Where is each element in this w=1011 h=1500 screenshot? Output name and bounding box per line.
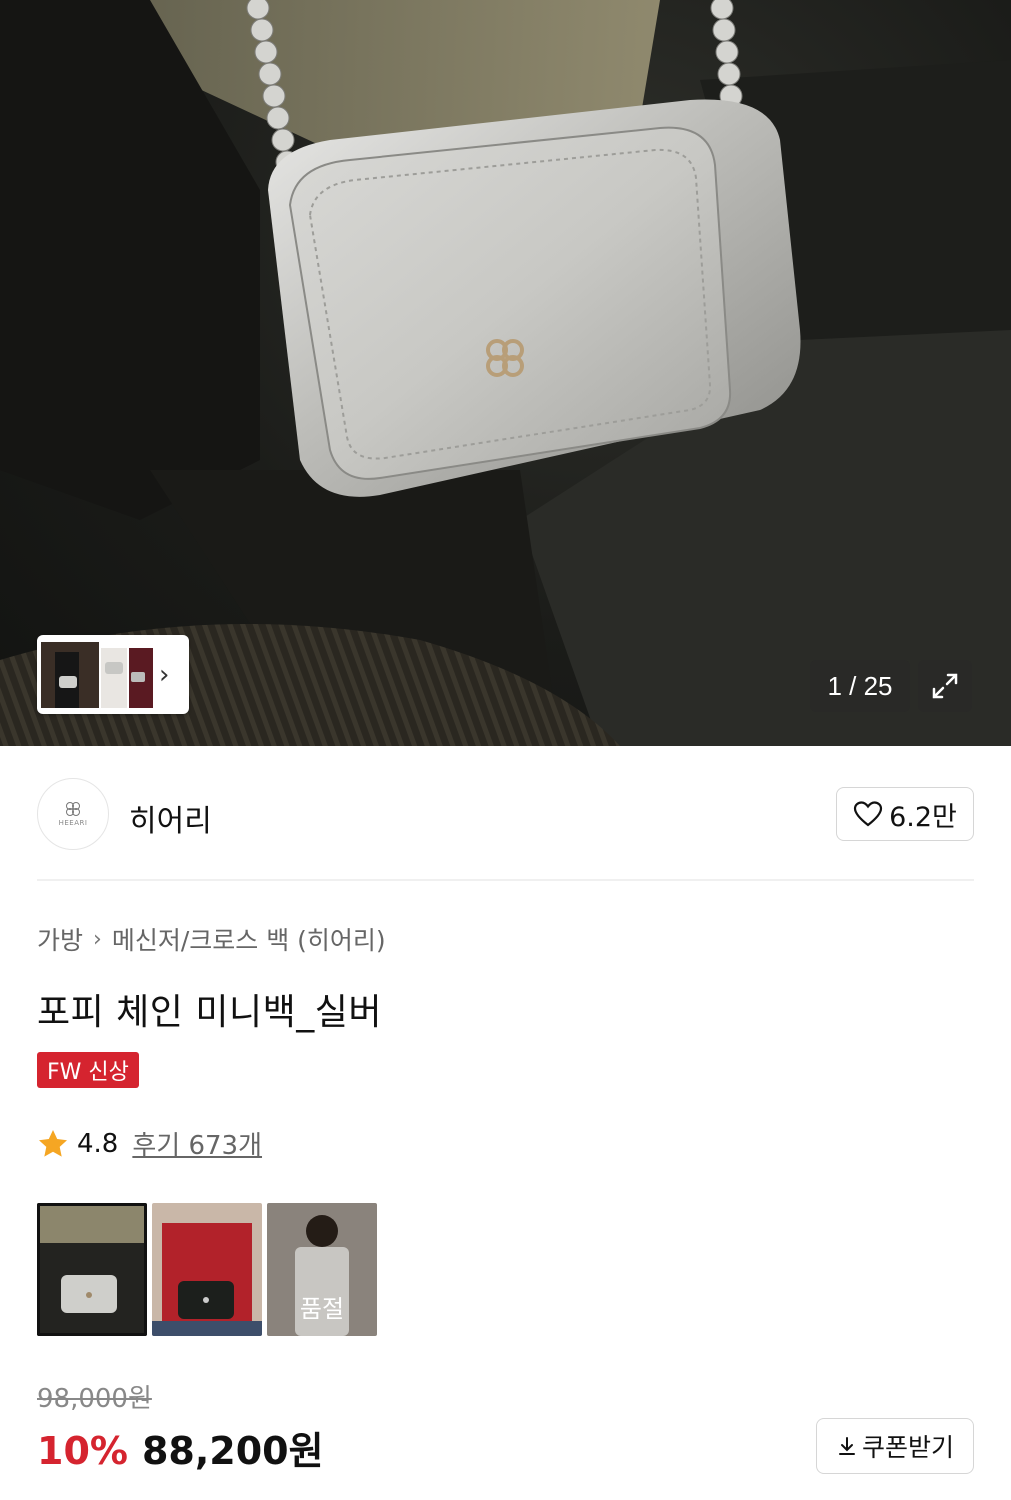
product-title: 포피 체인 미니백_실버 xyxy=(37,992,382,1033)
reviews-link[interactable]: 후기 673개 xyxy=(132,1125,262,1162)
rating-score: 4.8 xyxy=(77,1128,119,1159)
breadcrumb-subcategory[interactable]: 메신저/크로스 백 (히어리) xyxy=(112,921,386,957)
brand-name[interactable]: 히어리 xyxy=(129,796,212,840)
gallery-thumbnail-strip[interactable]: › xyxy=(37,635,189,714)
coupon-label: 쿠폰받기 xyxy=(861,1433,954,1462)
like-count: 6.2만 xyxy=(889,801,957,833)
final-price: 88,200원 xyxy=(141,1429,324,1473)
expand-button[interactable] xyxy=(918,660,972,712)
download-icon xyxy=(838,1437,855,1455)
gallery-counter: 1 / 25 xyxy=(810,660,910,712)
divider xyxy=(37,879,974,881)
original-price: 98,000원 xyxy=(37,1384,152,1414)
option-black[interactable] xyxy=(152,1203,262,1336)
chevron-right-icon: › xyxy=(93,926,102,952)
star-icon xyxy=(39,1129,67,1157)
brand-logo[interactable]: HEEARI xyxy=(37,778,109,850)
rating-row: 4.8 후기 673개 xyxy=(37,1125,262,1162)
product-image-gallery[interactable]: › 1 / 25 xyxy=(0,0,1011,746)
price-row: 10% 88,200원 xyxy=(37,1420,324,1475)
option-image xyxy=(37,1203,147,1336)
expand-icon xyxy=(932,673,958,699)
brand-flower-icon xyxy=(66,802,80,816)
brand-logo-text: HEEARI xyxy=(58,819,88,827)
chevron-right-icon: › xyxy=(159,659,170,690)
soldout-label: 품절 xyxy=(267,1203,377,1336)
option-soldout[interactable]: 품절 xyxy=(267,1203,377,1336)
new-badge: FW 신상 xyxy=(37,1052,139,1088)
heart-icon xyxy=(854,801,883,827)
like-button[interactable]: 6.2만 xyxy=(836,787,974,841)
gallery-thumbnails xyxy=(41,641,153,708)
option-silver[interactable] xyxy=(37,1203,147,1336)
discount-rate: 10% xyxy=(37,1429,128,1473)
breadcrumb-category[interactable]: 가방 xyxy=(37,921,83,957)
option-image xyxy=(152,1203,262,1336)
brand-row: HEEARI 히어리 6.2만 xyxy=(37,778,974,850)
color-options: 품절 xyxy=(37,1203,377,1336)
breadcrumb: 가방 › 메신저/크로스 백 (히어리) xyxy=(37,921,386,957)
coupon-button[interactable]: 쿠폰받기 xyxy=(816,1418,974,1474)
